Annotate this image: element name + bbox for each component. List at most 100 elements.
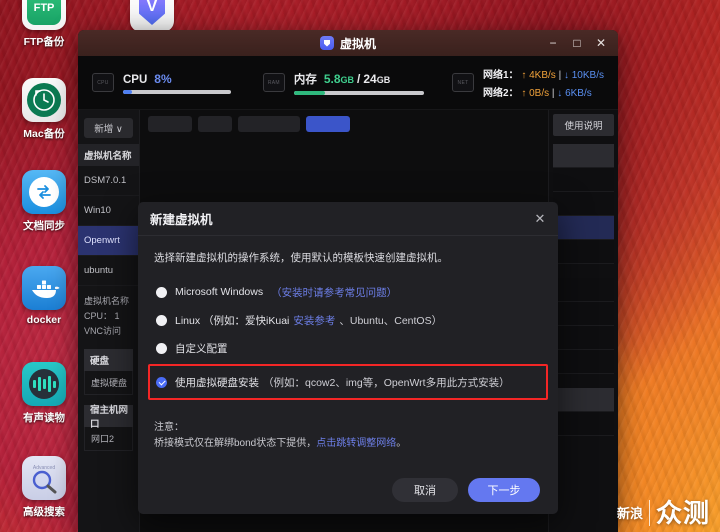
network-line: 网络1： ↑ 4KB/s | ↓ 10KB/s bbox=[482, 70, 604, 81]
right-row[interactable] bbox=[553, 412, 614, 436]
option-custom[interactable]: 自定义配置 bbox=[154, 334, 542, 362]
clock-icon bbox=[22, 78, 66, 122]
window-title-group: 虚拟机 bbox=[319, 35, 376, 52]
new-vm-dialog: 新建虚拟机 ✕ 选择新建虚拟机的操作系统，使用默认的模板快速创建虚拟机。 Mic… bbox=[138, 202, 558, 514]
memory-stat: RAM 内存 5.8GB / 24GB bbox=[262, 71, 424, 95]
radio-icon-selected[interactable] bbox=[156, 376, 167, 388]
desktop-icon-audiobook[interactable]: 有声读物 bbox=[0, 362, 88, 425]
cancel-button[interactable]: 取消 bbox=[392, 478, 458, 502]
option-label-tail: 、Ubuntu、CentOS） bbox=[339, 314, 443, 327]
watermark-small: 新浪 bbox=[616, 505, 643, 521]
right-row bbox=[553, 144, 614, 168]
vm-info-line: CPU： 1 bbox=[84, 311, 120, 321]
radio-icon[interactable] bbox=[156, 314, 167, 326]
virtual-machine-window: 虚拟机 − □ ✕ CPU CPU 8% RAM 内存 5.8GB / 24GB… bbox=[78, 30, 618, 532]
host-nic-section: 宿主机网口 网口2 bbox=[84, 405, 133, 451]
section-header: 硬盘 bbox=[84, 349, 133, 371]
desktop-icon-advanced-search[interactable]: Advanced 高级搜索 bbox=[0, 456, 88, 519]
option-label: 使用虚拟硬盘安装 bbox=[175, 376, 259, 389]
right-row[interactable] bbox=[553, 192, 614, 216]
memory-used: 5.8GB bbox=[323, 71, 355, 86]
desktop-icon-docker[interactable]: docker bbox=[0, 266, 88, 326]
add-vm-button[interactable]: 新增 ∨ bbox=[84, 118, 133, 138]
vm-list-panel: 新增 ∨ 虚拟机名称 DSM7.0.1 Win10 Openwrt ubuntu… bbox=[78, 110, 140, 532]
notes-title: 注意： bbox=[154, 422, 184, 433]
right-row[interactable] bbox=[553, 168, 614, 192]
right-row bbox=[553, 388, 614, 412]
desktop-icon-mac-backup[interactable]: Mac备份 bbox=[0, 78, 88, 141]
vm-info-line: VNC访问 bbox=[84, 326, 122, 336]
desktop: V FTP FTP备份 Mac备份 文档同步 docker 有声读物 Advan… bbox=[0, 0, 720, 532]
right-row[interactable] bbox=[553, 240, 614, 264]
option-link[interactable]: 安装参考 bbox=[293, 313, 335, 328]
maximize-button[interactable]: □ bbox=[566, 33, 588, 53]
ram-icon: RAM bbox=[262, 73, 285, 92]
desktop-icon-label: Mac备份 bbox=[23, 128, 65, 140]
magnifier-icon: Advanced bbox=[22, 456, 66, 500]
highlight-box: 使用虚拟硬盘安装 （例如：qcow2、img等，OpenWrt多用此方式安装） bbox=[148, 364, 548, 400]
window-controls: − □ ✕ bbox=[542, 30, 612, 56]
waveform-icon bbox=[22, 362, 66, 406]
virtual-machine-icon: V bbox=[130, 0, 174, 32]
vm-list-item[interactable]: Win10 bbox=[78, 196, 139, 226]
toolbar-button[interactable] bbox=[198, 116, 232, 132]
desktop-icon-column: V FTP FTP备份 Mac备份 文档同步 docker 有声读物 Advan… bbox=[0, 0, 174, 532]
workspace: 新增 ∨ 虚拟机名称 DSM7.0.1 Win10 Openwrt ubuntu… bbox=[78, 110, 618, 532]
vm-info-line: 虚拟机名称 bbox=[84, 296, 130, 306]
cpu-icon: CPU bbox=[92, 73, 114, 92]
vm-list-item[interactable]: ubuntu bbox=[78, 256, 139, 286]
option-linux[interactable]: Linux （例如：爱快iKuai 安装参考 、Ubuntu、CentOS） bbox=[154, 306, 542, 334]
window-titlebar[interactable]: 虚拟机 − □ ✕ bbox=[78, 30, 618, 56]
option-label: Microsoft Windows bbox=[175, 286, 264, 298]
right-row[interactable] bbox=[553, 326, 614, 350]
memory-label: 内存 bbox=[293, 73, 317, 86]
cpu-stat: CPU CPU 8% bbox=[92, 72, 231, 94]
option-link[interactable]: （安装时请参考常见问题） bbox=[271, 285, 397, 300]
right-row[interactable] bbox=[553, 216, 614, 240]
option-virtual-disk[interactable]: 使用虚拟硬盘安装 （例如：qcow2、img等，OpenWrt多用此方式安装） bbox=[154, 375, 510, 390]
vm-list-item[interactable]: Openwrt bbox=[78, 226, 139, 256]
desktop-icon-label: 高级搜索 bbox=[23, 506, 65, 518]
ftp-icon: FTP bbox=[22, 0, 66, 30]
desktop-icon-virtual-machine[interactable]: V bbox=[122, 0, 182, 32]
close-icon[interactable]: ✕ bbox=[532, 211, 548, 227]
toolbar-button[interactable] bbox=[148, 116, 192, 132]
adjust-network-link[interactable]: 点击跳转调整网络 bbox=[316, 438, 396, 449]
option-windows[interactable]: Microsoft Windows （安装时请参考常见问题） bbox=[154, 278, 542, 306]
dialog-header: 新建虚拟机 ✕ bbox=[138, 202, 558, 236]
option-label-tail: （例如：qcow2、img等，OpenWrt多用此方式安装） bbox=[263, 376, 510, 389]
cpu-label: CPU bbox=[123, 73, 148, 86]
watermark-big: 众测 bbox=[655, 498, 710, 528]
shield-icon bbox=[319, 36, 334, 50]
memory-separator: / bbox=[357, 71, 361, 86]
dialog-title: 新建虚拟机 bbox=[150, 213, 213, 227]
toolbar-button[interactable] bbox=[238, 116, 300, 132]
right-row[interactable] bbox=[553, 302, 614, 326]
desktop-icon-doc-sync[interactable]: 文档同步 bbox=[0, 170, 88, 233]
desktop-icon-label: 有声读物 bbox=[23, 412, 65, 424]
close-button[interactable]: ✕ bbox=[590, 33, 612, 53]
right-row[interactable] bbox=[553, 350, 614, 374]
dialog-body: 选择新建虚拟机的操作系统，使用默认的模板快速创建虚拟机。 Microsoft W… bbox=[138, 236, 558, 466]
next-button[interactable]: 下一步 bbox=[468, 478, 540, 502]
nic-icon: NET bbox=[451, 73, 474, 92]
cpu-progress-bar bbox=[123, 89, 231, 94]
dialog-footer: 取消 下一步 bbox=[138, 466, 558, 514]
radio-icon[interactable] bbox=[156, 286, 167, 298]
vm-list-item[interactable]: DSM7.0.1 bbox=[78, 166, 139, 196]
dialog-notes: 注意： 桥接模式仅在解绑bond状态下提供，点击跳转调整网络。 bbox=[154, 420, 406, 452]
cpu-value: 8% bbox=[154, 71, 172, 86]
memory-progress-bar bbox=[293, 90, 424, 95]
watermark: 新浪 众测 bbox=[617, 500, 710, 526]
network-stat: NET 网络1： ↑ 4KB/s | ↓ 10KB/s 网络2： ↑ 0B/s … bbox=[451, 66, 604, 99]
minimize-button[interactable]: − bbox=[542, 33, 564, 53]
right-row[interactable] bbox=[553, 278, 614, 302]
option-label: Linux （例如：爱快iKuai bbox=[175, 314, 290, 327]
radio-icon[interactable] bbox=[156, 342, 167, 354]
desktop-icon-ftp-backup[interactable]: FTP FTP备份 bbox=[0, 0, 88, 49]
help-button[interactable]: 使用说明 bbox=[553, 114, 614, 136]
sync-icon bbox=[22, 170, 66, 214]
desktop-icon-label: FTP备份 bbox=[23, 36, 65, 48]
vm-info-panel: 虚拟机名称 CPU： 1 VNC访问 bbox=[78, 286, 139, 339]
toolbar-primary-button[interactable] bbox=[306, 116, 350, 132]
